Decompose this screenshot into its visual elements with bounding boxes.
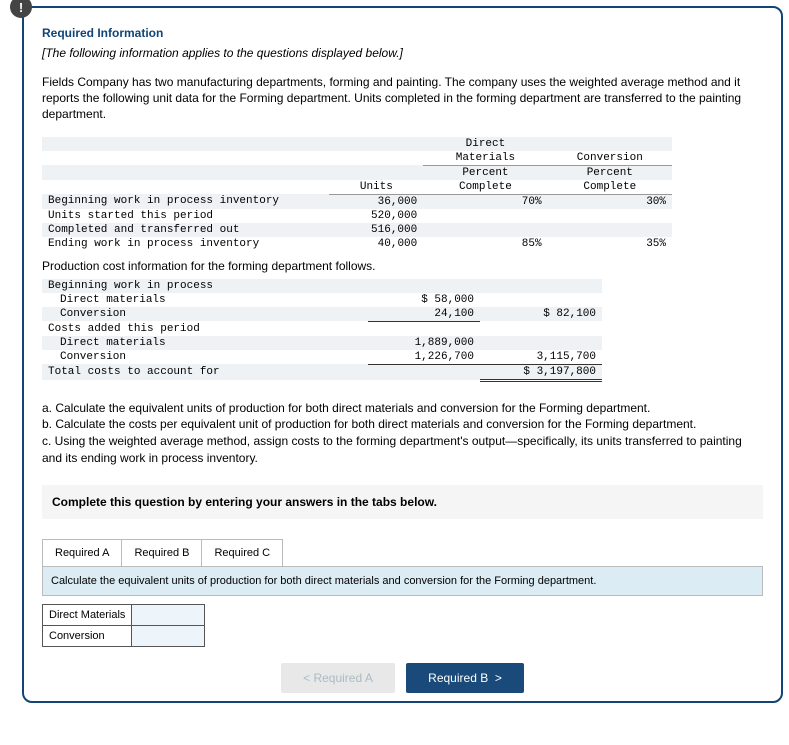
nav-buttons: < Required A Required B > <box>42 663 763 693</box>
prev-button[interactable]: < Required A <box>281 663 395 693</box>
input-cv[interactable] <box>132 625 205 646</box>
chevron-right-icon: > <box>492 671 502 685</box>
cost-table: Beginning work in process Direct materia… <box>42 279 602 382</box>
table-row: Ending work in process inventory 40,000 … <box>42 237 672 251</box>
dm-header: Direct <box>423 137 547 151</box>
required-information-title: Required Information <box>42 26 763 40</box>
answer-instruction: Complete this question by entering your … <box>42 485 763 519</box>
tab-required-b[interactable]: Required B <box>121 539 202 566</box>
alert-icon: ! <box>10 0 32 18</box>
table-row: Completed and transferred out 516,000 <box>42 223 672 237</box>
tab-required-a[interactable]: Required A <box>42 539 122 566</box>
scenario-text: Fields Company has two manufacturing dep… <box>42 74 763 123</box>
units-header: Units <box>329 180 423 195</box>
subquestions: a. Calculate the equivalent units of pro… <box>42 400 763 467</box>
table-row: Beginning work in process inventory 36,0… <box>42 194 672 209</box>
answer-input-grid: Direct Materials Conversion <box>42 604 205 647</box>
tab-bar: Required A Required B Required C <box>42 539 763 566</box>
question-a: a. Calculate the equivalent units of pro… <box>42 400 763 417</box>
row-label-cv: Conversion <box>43 625 132 646</box>
chevron-left-icon: < <box>303 671 310 685</box>
cost-caption: Production cost information for the form… <box>42 259 763 273</box>
tab-required-c[interactable]: Required C <box>201 539 283 566</box>
row-label-dm: Direct Materials <box>43 604 132 625</box>
cv-header: Conversion <box>548 151 672 166</box>
question-c: c. Using the weighted average method, as… <box>42 433 763 467</box>
question-b: b. Calculate the costs per equivalent un… <box>42 416 763 433</box>
tab-instruction: Calculate the equivalent units of produc… <box>42 566 763 596</box>
next-button[interactable]: Required B > <box>406 663 524 693</box>
units-table: Direct Materials Conversion Percent Perc… <box>42 137 672 251</box>
question-card: ! Required Information [The following in… <box>22 6 783 703</box>
input-dm[interactable] <box>132 604 205 625</box>
table-row: Units started this period 520,000 <box>42 209 672 223</box>
intro-note: [The following information applies to th… <box>42 46 763 60</box>
